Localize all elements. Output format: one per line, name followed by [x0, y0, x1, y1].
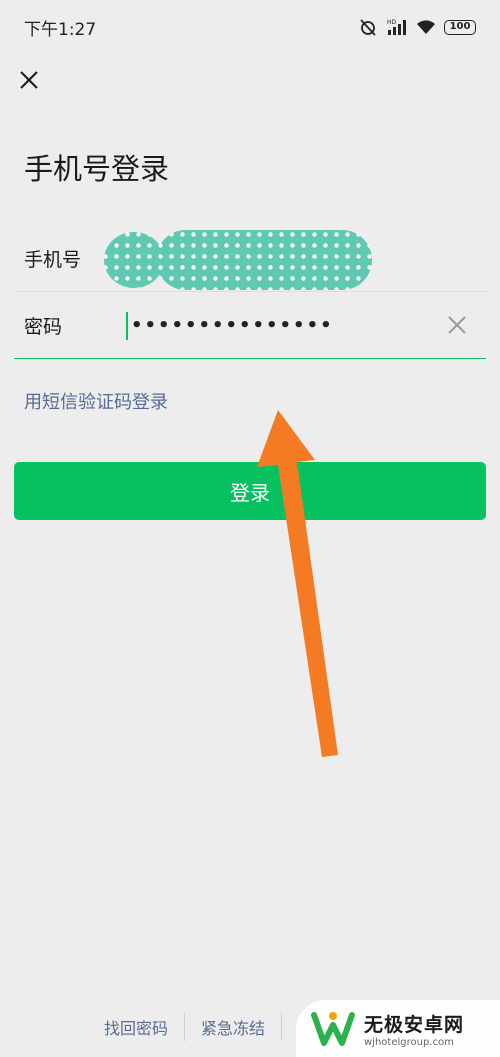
close-icon [20, 71, 38, 89]
login-button[interactable]: 登录 [14, 462, 486, 520]
watermark-title: 无极安卓网 [364, 1013, 465, 1036]
alarm-off-icon [360, 19, 376, 36]
status-icons: HD 100 [358, 17, 476, 37]
footer-links: 找回密码 紧急冻结 [88, 1008, 283, 1046]
password-row: 密码 ••••••••••••••• [14, 292, 486, 359]
emergency-freeze-link[interactable]: 紧急冻结 [185, 1015, 281, 1039]
phone-number-mask[interactable] [100, 218, 384, 294]
status-bar: 下午1:27 HD 100 [0, 0, 500, 54]
signal-icon: HD [387, 19, 406, 35]
text-cursor [126, 311, 128, 340]
password-label: 密码 [24, 315, 63, 338]
svg-text:HD: HD [387, 19, 397, 26]
phone-label: 手机号 [24, 249, 82, 271]
footer-divider [281, 1013, 283, 1041]
status-time: 下午1:27 [24, 19, 97, 40]
password-input[interactable]: ••••••••••••••• [126, 292, 426, 359]
clear-icon [448, 316, 466, 334]
watermark: 无极安卓网 wjhotelgroup.com [296, 1000, 500, 1057]
find-password-link[interactable]: 找回密码 [88, 1015, 184, 1039]
watermark-logo-icon [311, 1011, 355, 1046]
clear-password-button[interactable] [444, 312, 470, 338]
wifi-icon [417, 20, 435, 34]
sms-login-link[interactable]: 用短信验证码登录 [24, 388, 168, 414]
phone-row: 手机号 [14, 226, 486, 292]
battery-icon: 100 [444, 19, 476, 35]
page-title: 手机号登录 [24, 152, 170, 186]
password-value: ••••••••••••••• [131, 315, 334, 336]
watermark-url: wjhotelgroup.com [364, 1036, 454, 1048]
close-button[interactable] [14, 62, 44, 98]
